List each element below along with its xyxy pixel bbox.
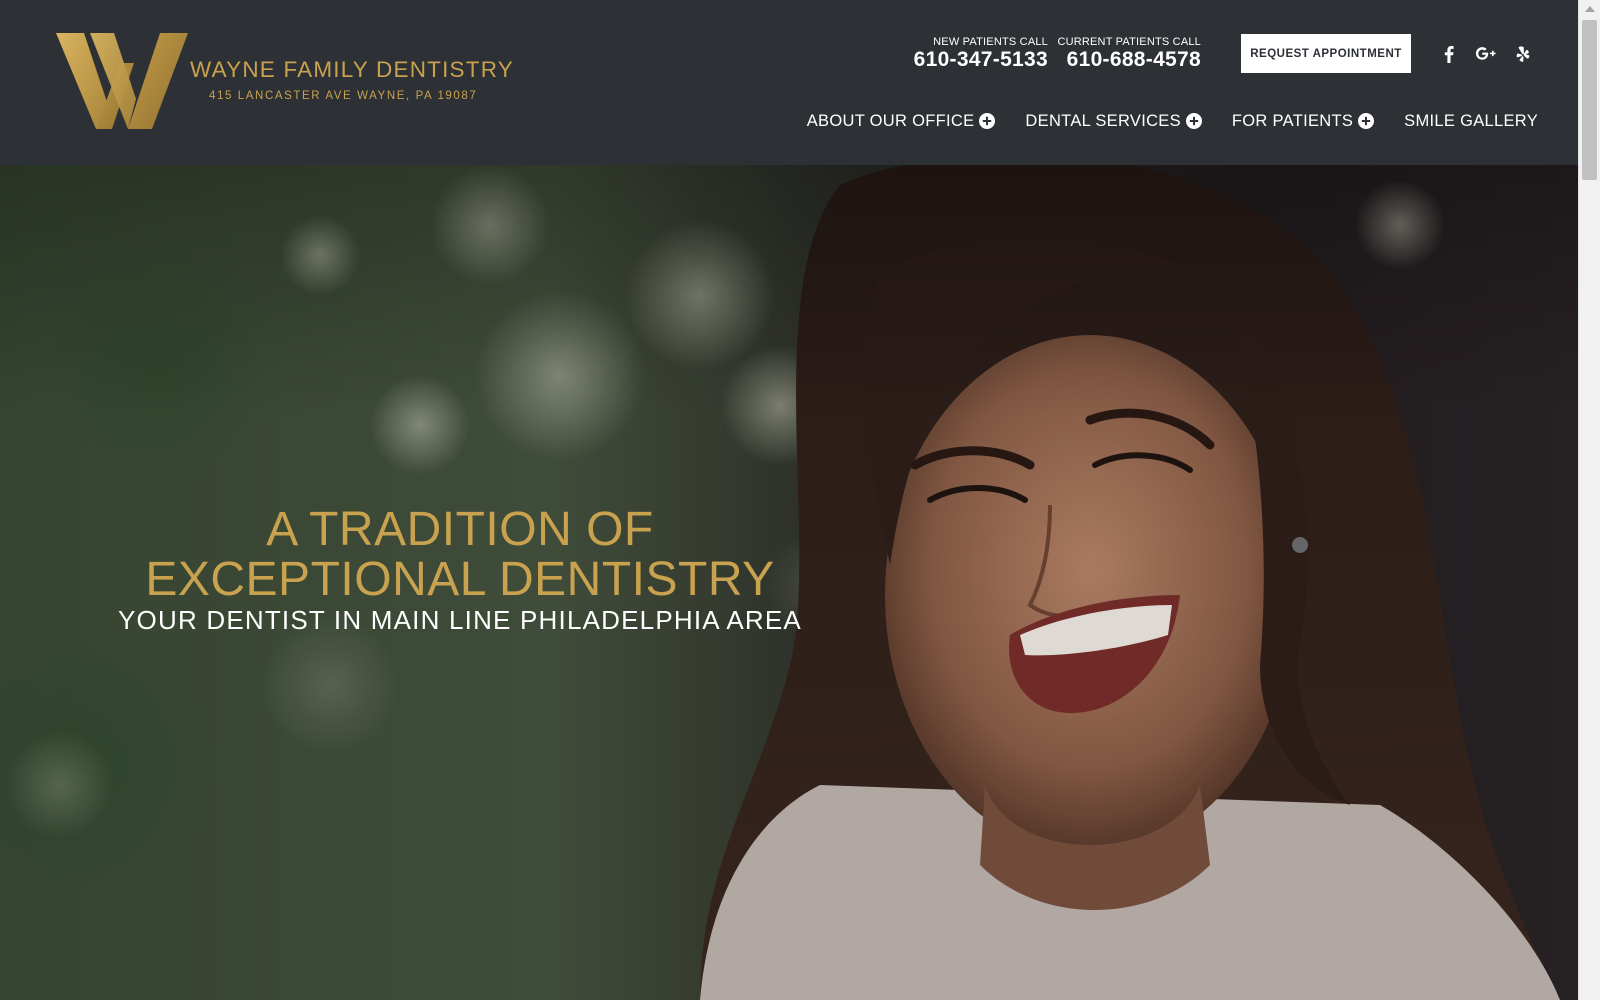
plus-circle-icon[interactable]	[979, 113, 996, 129]
hero-title-line-2: EXCEPTIONAL DENTISTRY	[145, 553, 775, 606]
google-plus-icon	[1475, 47, 1496, 60]
brand-address: 415 LANCASTER AVE WAYNE, PA 19087	[209, 90, 478, 102]
hero-subtitle: YOUR DENTIST IN MAIN LINE PHILADELPHIA A…	[118, 605, 802, 635]
logo-w-mark	[56, 33, 188, 129]
hero-title: A TRADITION OF EXCEPTIONAL DENTISTRY	[60, 505, 860, 605]
scrollbar-thumb[interactable]	[1582, 20, 1597, 180]
hero-section: A TRADITION OF EXCEPTIONAL DENTISTRY YOU…	[0, 165, 1578, 1000]
scroll-up-arrow-icon[interactable]	[1585, 6, 1595, 12]
hero-text: A TRADITION OF EXCEPTIONAL DENTISTRY YOU…	[60, 505, 860, 636]
request-appointment-button[interactable]: REQUEST APPOINTMENT	[1241, 34, 1411, 73]
nav-item-for-patients[interactable]: FOR PATIENTS	[1231, 111, 1375, 131]
brand-name: WAYNE FAMILY DENTISTRY	[190, 57, 514, 82]
site-header: WAYNE FAMILY DENTISTRY 415 LANCASTER AVE…	[0, 0, 1578, 165]
plus-circle-icon[interactable]	[1185, 113, 1202, 129]
nav-item-smile-gallery[interactable]: SMILE GALLERY	[1404, 112, 1538, 131]
main-nav: ABOUT OUR OFFICE DENTAL SERVICES FOR PAT…	[807, 108, 1538, 134]
new-patients-label: NEW PATIENTS CALL	[933, 36, 1048, 48]
nav-item-label: SMILE GALLERY	[1404, 111, 1538, 130]
yelp-link[interactable]	[1511, 42, 1535, 66]
new-patients-phone-link[interactable]: 610-347-5133	[914, 48, 1048, 72]
plus-circle-icon[interactable]	[1358, 113, 1375, 129]
hero-title-line-1: A TRADITION OF	[266, 503, 654, 556]
new-patients-contact: NEW PATIENTS CALL 610-347-5133	[914, 36, 1048, 72]
facebook-link[interactable]	[1437, 42, 1461, 66]
facebook-icon	[1444, 45, 1454, 63]
nav-item-label: FOR PATIENTS	[1231, 111, 1354, 130]
logo-link[interactable]: WAYNE FAMILY DENTISTRY 415 LANCASTER AVE…	[56, 33, 516, 133]
current-patients-phone-link[interactable]: 610-688-4578	[1057, 48, 1201, 72]
nav-item-label: ABOUT OUR OFFICE	[806, 111, 975, 130]
nav-item-about-our-office[interactable]: ABOUT OUR OFFICE	[807, 112, 996, 131]
page-scrollbar[interactable]	[1578, 0, 1600, 1000]
page: WAYNE FAMILY DENTISTRY 415 LANCASTER AVE…	[0, 0, 1600, 1000]
current-patients-contact: CURRENT PATIENTS CALL 610-688-4578	[1057, 36, 1201, 72]
google-plus-link[interactable]	[1474, 42, 1498, 66]
nav-item-dental-services[interactable]: DENTAL SERVICES	[1025, 112, 1202, 131]
nav-item-label: DENTAL SERVICES	[1025, 111, 1181, 130]
current-patients-label: CURRENT PATIENTS CALL	[1057, 36, 1201, 48]
yelp-icon	[1516, 45, 1530, 62]
